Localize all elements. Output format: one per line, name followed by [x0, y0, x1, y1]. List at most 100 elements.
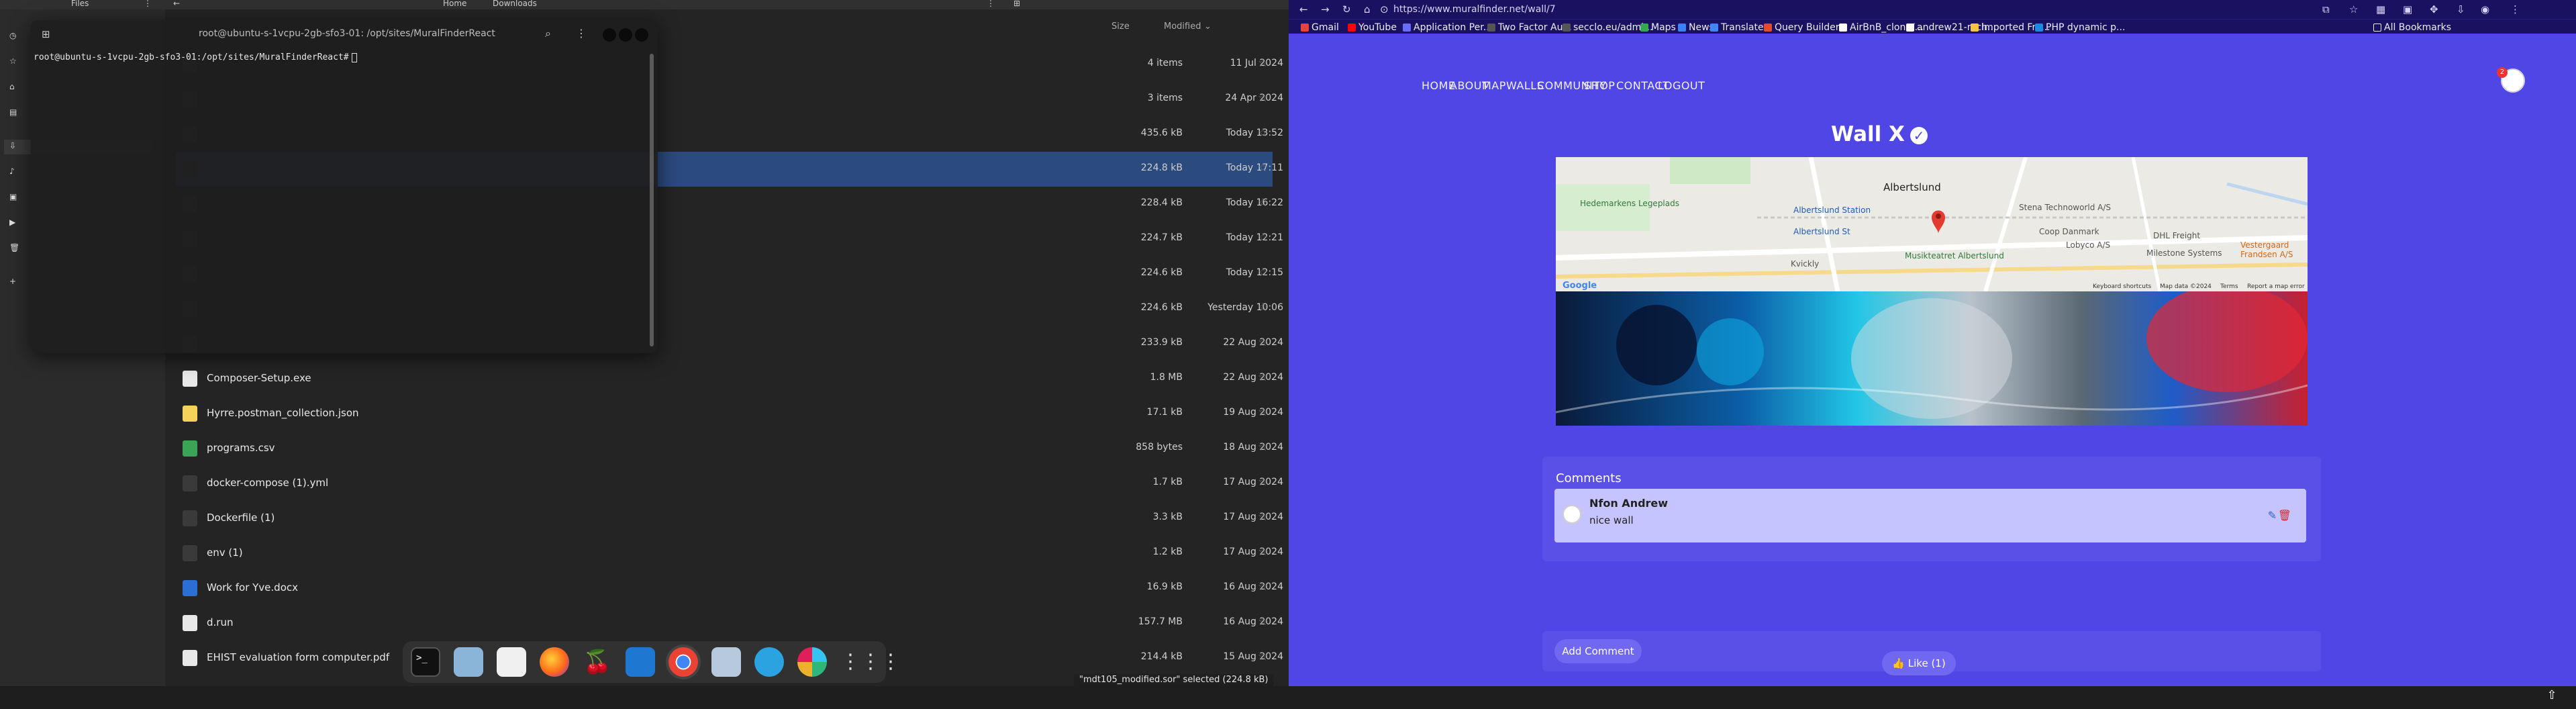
download-icon[interactable]: ⇩: [2457, 3, 2465, 15]
star-icon[interactable]: ☆: [1258, 475, 1268, 489]
bookmark-item[interactable]: secclo.eu/admi...: [1563, 22, 1653, 33]
close-button[interactable]: [635, 28, 648, 42]
sidebar-item-music[interactable]: ♪: [9, 165, 21, 180]
file-row[interactable]: Hyrre.postman_collection.json 17.1 kB 19 A…: [176, 396, 1283, 431]
file-row[interactable]: docker-compose (1).yml 1.7 kB 17 Aug 2024 ☆: [176, 466, 1283, 501]
file-row[interactable]: programs.csv 858 bytes 18 Aug 2024 ☆: [176, 431, 1283, 466]
bookmark-item[interactable]: Gmail: [1301, 22, 1339, 33]
map-report-error[interactable]: Report a map error: [2247, 283, 2305, 290]
file-row[interactable]: Composer-Setup.exe 1.8 MB 22 Aug 2024 ☆: [176, 361, 1283, 396]
sidebar-item-documents[interactable]: ▤: [9, 106, 21, 121]
file-row[interactable]: env (1) 1.2 kB 17 Aug 2024 ☆: [176, 536, 1283, 571]
location-map[interactable]: Albertslund Hedemarkens Legeplads Albert…: [1556, 157, 2308, 291]
terminal-app-icon[interactable]: >_: [411, 647, 440, 677]
star-icon[interactable]: ☆: [1258, 161, 1268, 175]
add-comment-button[interactable]: Add Comment: [1554, 639, 1642, 663]
app-grid-icon[interactable]: ⋮⋮⋮: [840, 647, 901, 677]
vscode-icon[interactable]: [626, 647, 655, 677]
bookmark-star-icon[interactable]: ☆: [2349, 3, 2358, 15]
edit-icon[interactable]: ✎: [2268, 509, 2277, 522]
breadcrumb-home[interactable]: Home: [443, 0, 466, 8]
slack-icon[interactable]: [797, 647, 827, 677]
file-row[interactable]: d.run 157.7 MB 16 Aug 2024 ☆: [176, 606, 1283, 641]
home-icon[interactable]: ⌂: [1364, 3, 1371, 15]
like-button[interactable]: 👍 Like (1): [1882, 651, 1956, 675]
sidebar-item-home[interactable]: ⌂: [9, 81, 21, 95]
text-editor-icon[interactable]: [497, 647, 526, 677]
bookmark-item[interactable]: News: [1678, 22, 1714, 33]
star-icon[interactable]: ☆: [1258, 650, 1268, 663]
menu-icon[interactable]: ⋮: [2510, 3, 2520, 15]
star-icon[interactable]: ☆: [1258, 56, 1268, 70]
column-size[interactable]: Size: [1111, 21, 1130, 32]
star-icon[interactable]: ☆: [1258, 371, 1268, 384]
menu-icon[interactable]: ⋮: [576, 27, 587, 40]
telegram-icon[interactable]: [754, 647, 784, 677]
star-icon[interactable]: ☆: [1258, 196, 1268, 209]
sidebar-item-other-locations[interactable]: +: [9, 275, 21, 290]
sidebar-item-pictures[interactable]: ▣: [9, 191, 21, 205]
firefox-icon[interactable]: [540, 647, 569, 677]
terminal-scrollbar[interactable]: [650, 54, 654, 346]
menu-icon[interactable]: ⋮: [144, 0, 152, 8]
extensions-icon[interactable]: ✥: [2430, 3, 2438, 15]
site-info-icon[interactable]: ⊙: [1380, 3, 1389, 15]
star-icon[interactable]: ☆: [1258, 301, 1268, 314]
nav-shop[interactable]: SHOP: [1584, 79, 1615, 92]
sidebar-item-starred[interactable]: ☆: [9, 55, 21, 70]
extension-icon[interactable]: ▦: [2376, 3, 2385, 15]
forward-icon[interactable]: →: [1321, 3, 1330, 15]
address-bar[interactable]: https://www.muralfinder.net/wall/7: [1393, 4, 1556, 15]
file-row[interactable]: Work for Yve.docx 16.9 kB 16 Aug 2024 ☆: [176, 571, 1283, 606]
bookmark-item[interactable]: Maps: [1640, 22, 1676, 33]
bookmark-item[interactable]: Two Factor Au...: [1487, 22, 1572, 33]
bookmark-item[interactable]: YouTube: [1348, 22, 1397, 33]
file-row[interactable]: Dockerfile (1) 3.3 kB 17 Aug 2024 ☆: [176, 501, 1283, 536]
new-tab-icon[interactable]: ⊞: [42, 28, 50, 40]
star-icon[interactable]: ☆: [1258, 440, 1268, 454]
bookmark-item[interactable]: PHP dynamic p...: [2035, 22, 2125, 33]
column-modified[interactable]: Modified: [1164, 21, 1201, 32]
nav-map[interactable]: MAP: [1482, 79, 1506, 92]
app-icon[interactable]: [711, 647, 741, 677]
star-icon[interactable]: ☆: [1258, 266, 1268, 279]
minimize-button[interactable]: [603, 28, 616, 42]
sidebar-item-videos[interactable]: ▶: [9, 216, 21, 231]
extension-icon[interactable]: ▣: [2403, 3, 2412, 15]
view-icon[interactable]: ⊞: [1013, 0, 1020, 8]
map-keyboard-shortcuts[interactable]: Keyboard shortcuts: [2093, 283, 2151, 290]
star-icon[interactable]: ☆: [1258, 231, 1268, 244]
back-icon[interactable]: ←: [1299, 3, 1308, 15]
chrome-icon[interactable]: [668, 647, 698, 677]
sidebar-item-recent[interactable]: ◷: [9, 30, 21, 44]
search-icon[interactable]: ⌕: [545, 27, 551, 40]
terminal-prompt-line[interactable]: root@ubuntu-s-1vcpu-2gb-sfo3-01:/opt/sit…: [34, 52, 357, 62]
bookmark-item[interactable]: Query Builder...: [1764, 22, 1848, 33]
extension-icon[interactable]: ⧉: [2322, 3, 2330, 15]
back-icon[interactable]: ←: [173, 0, 180, 8]
sidebar-item-trash[interactable]: 🗑: [9, 242, 21, 256]
files-app-icon[interactable]: [454, 647, 483, 677]
star-icon[interactable]: ☆: [1258, 510, 1268, 524]
delete-icon[interactable]: 🗑: [2278, 509, 2291, 522]
map-terms[interactable]: Terms: [2220, 283, 2238, 290]
maximize-button[interactable]: [619, 28, 632, 42]
reload-icon[interactable]: ↻: [1342, 3, 1351, 15]
star-icon[interactable]: ☆: [1258, 406, 1268, 419]
cherry-icon[interactable]: 🍒: [583, 647, 612, 677]
path-menu-icon[interactable]: ⋮: [987, 0, 995, 8]
all-bookmarks[interactable]: All Bookmarks: [2373, 22, 2451, 33]
star-icon[interactable]: ☆: [1258, 580, 1268, 594]
star-icon[interactable]: ☆: [1258, 126, 1268, 140]
breadcrumb-downloads[interactable]: Downloads: [493, 0, 537, 8]
bookmark-item[interactable]: Application Per...: [1403, 22, 1492, 33]
nav-logout[interactable]: LOGOUT: [1658, 79, 1705, 92]
star-icon[interactable]: ☆: [1258, 91, 1268, 105]
star-icon[interactable]: ☆: [1258, 615, 1268, 628]
bookmark-item[interactable]: Translate: [1710, 22, 1764, 33]
star-icon[interactable]: ☆: [1258, 545, 1268, 559]
star-icon[interactable]: ☆: [1258, 336, 1268, 349]
profile-icon[interactable]: ◉: [2481, 3, 2489, 15]
scroll-to-top-icon[interactable]: ⇧: [2538, 682, 2565, 709]
terminal-window[interactable]: ⊞ root@ubuntu-s-1vcpu-2gb-sfo3-01: /opt/…: [31, 20, 658, 353]
